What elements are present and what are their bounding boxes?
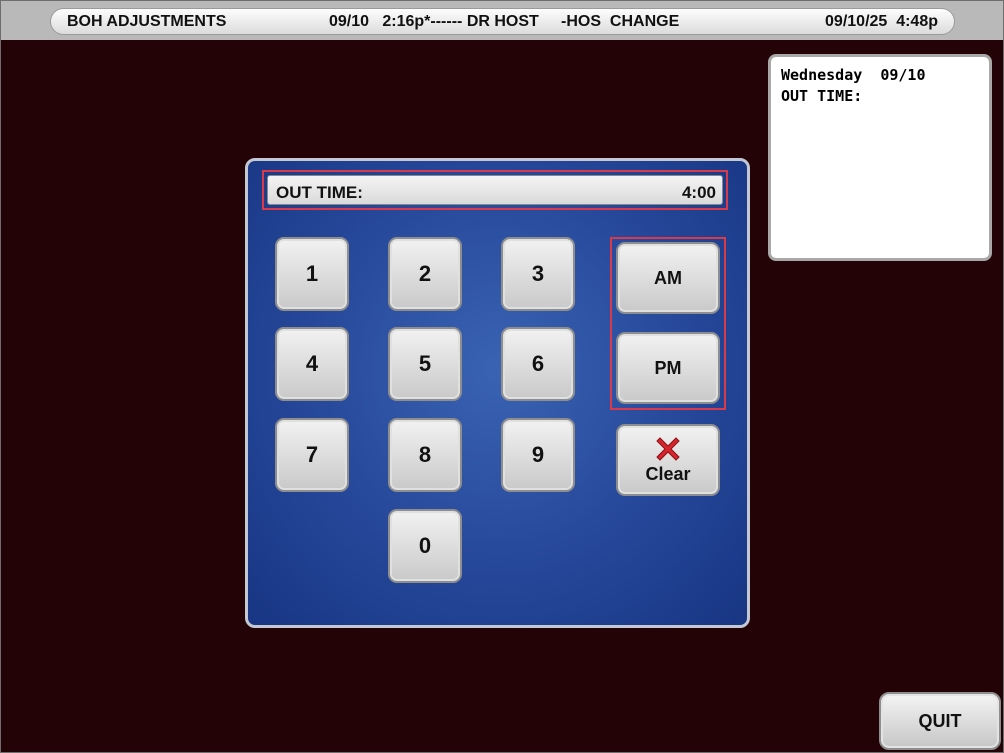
display-value: 4:00 <box>681 183 716 202</box>
top-strip: BOH ADJUSTMENTS 09/10 2:16p*------ DR HO… <box>0 0 1004 40</box>
key-7[interactable]: 7 <box>275 418 349 492</box>
info-date: 09/10 <box>880 66 926 84</box>
key-2[interactable]: 2 <box>388 237 462 311</box>
info-day: Wednesday <box>781 66 863 84</box>
screen-title: BOH ADJUSTMENTS <box>67 13 227 30</box>
info-day-row: Wednesday 09/10 <box>781 65 979 86</box>
current-datetime: 09/10/25 4:48p <box>825 13 938 30</box>
time-display: OUT TIME: 4:00 <box>267 175 723 205</box>
clear-button[interactable]: Clear <box>616 424 720 496</box>
key-4[interactable]: 4 <box>275 327 349 401</box>
red-x-icon <box>656 436 680 461</box>
key-1[interactable]: 1 <box>275 237 349 311</box>
pm-button[interactable]: PM <box>616 332 720 404</box>
key-8[interactable]: 8 <box>388 418 462 492</box>
record-info: 09/10 2:16p*------ DR HOST -HOS CHANGE <box>329 13 680 30</box>
key-3[interactable]: 3 <box>501 237 575 311</box>
key-0[interactable]: 0 <box>388 509 462 583</box>
time-display-highlight: OUT TIME: 4:00 <box>262 170 728 210</box>
info-panel: Wednesday 09/10 OUT TIME: <box>768 54 992 261</box>
quit-button[interactable]: QUIT <box>879 692 1001 750</box>
am-button[interactable]: AM <box>616 242 720 314</box>
key-5[interactable]: 5 <box>388 327 462 401</box>
info-field-label: OUT TIME: <box>781 87 863 105</box>
key-6[interactable]: 6 <box>501 327 575 401</box>
title-bar: BOH ADJUSTMENTS 09/10 2:16p*------ DR HO… <box>50 8 955 35</box>
display-label: OUT TIME: <box>276 183 363 202</box>
key-9[interactable]: 9 <box>501 418 575 492</box>
clear-label: Clear <box>645 463 691 484</box>
